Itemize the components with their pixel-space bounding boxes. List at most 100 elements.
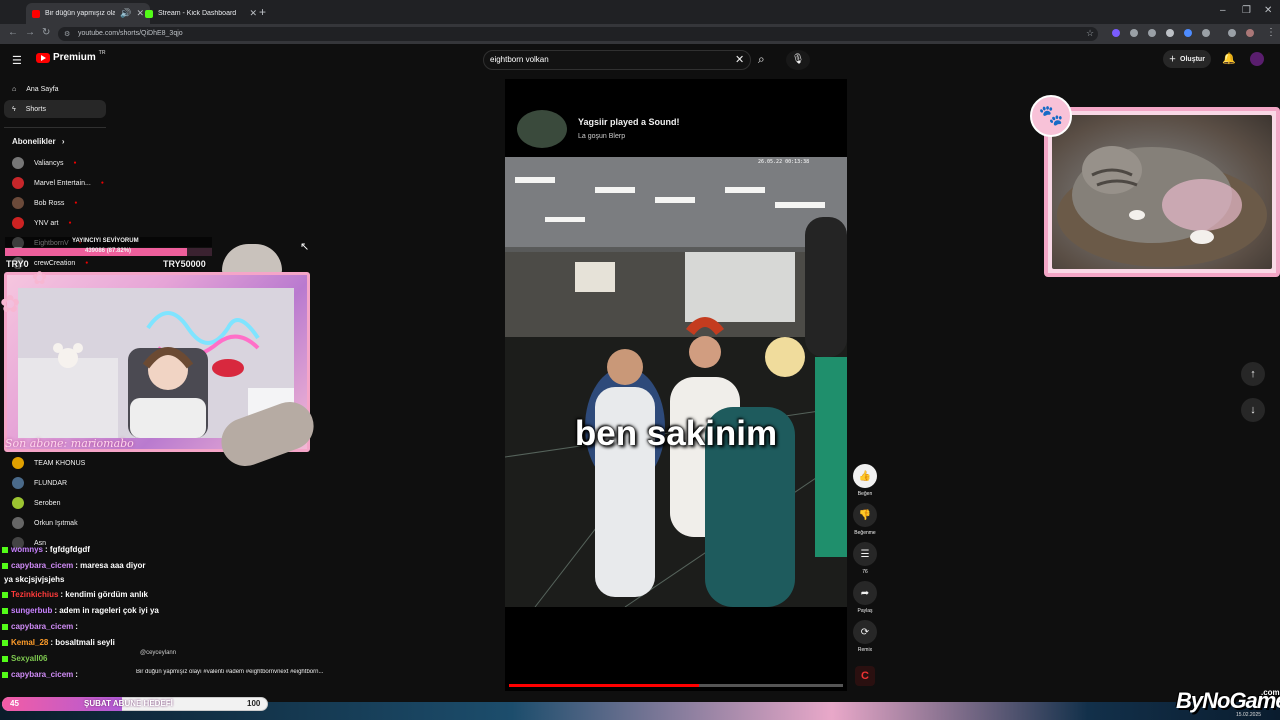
live-indicator-icon: ● [73, 160, 77, 166]
chat-message: sungerbub: adem in rageleri çok iyi ya [2, 606, 159, 615]
mute-icon[interactable]: 🔊 [120, 8, 131, 19]
close-window-icon[interactable]: ✕ [1264, 5, 1272, 16]
hamburger-menu-icon[interactable]: ☰ [12, 54, 22, 67]
channel-avatar [12, 157, 24, 169]
subscription-item[interactable]: Seroben [12, 497, 60, 509]
notifications-bell-icon[interactable]: 🔔 [1222, 52, 1236, 65]
chat-text: : [75, 670, 78, 679]
extension-icon[interactable] [1202, 29, 1210, 37]
sound-title: Yagsiir played a Sound! [578, 117, 680, 127]
action-label: 76 [862, 569, 868, 575]
thumb-up-button[interactable]: 👍 Beğen [852, 464, 878, 497]
subscriptions-heading[interactable]: Abonelikler › [12, 137, 64, 146]
tab-title: Stream - Kick Dashboard [158, 10, 237, 17]
home-icon: ⌂ [12, 85, 17, 93]
close-tab-icon[interactable]: ✕ [249, 8, 257, 19]
extension-icon[interactable] [1148, 29, 1156, 37]
short-description: Bir düğün yapmışız olayı #valenti #adem … [136, 669, 324, 675]
chat-text: : kendimi gördüm anlık [60, 590, 148, 599]
subscription-item[interactable]: YNV art ● [12, 217, 72, 229]
next-short-button[interactable]: ↓ [1241, 398, 1265, 422]
subscription-item[interactable]: Orkun Işıtmak [12, 517, 78, 529]
live-indicator-icon: ● [68, 220, 72, 226]
action-label: Remix [857, 647, 873, 653]
remix-button[interactable]: ⟳ Remix [852, 620, 878, 653]
thumb-down-icon: 👎 [853, 503, 877, 527]
sidebar-item-home[interactable]: ⌂ Ana Sayfa [4, 80, 106, 98]
chevron-right-icon: › [61, 137, 65, 146]
reload-icon[interactable]: ↻ [42, 27, 50, 38]
chat-username[interactable]: capybara_cicem [11, 561, 73, 570]
maximize-icon[interactable]: ❐ [1242, 5, 1251, 16]
search-icon[interactable]: ⌕ [758, 52, 765, 67]
clear-search-icon[interactable]: ✕ [735, 53, 744, 66]
video-frame [505, 157, 847, 607]
game-scene [505, 157, 847, 607]
chat-username[interactable]: sungerbub [11, 606, 52, 615]
forward-icon[interactable]: → [25, 27, 35, 38]
bynogame-watermark-suffix: .com [1261, 688, 1280, 697]
sidepanel-icon[interactable] [1228, 29, 1236, 37]
subscription-name: crewCreation [34, 259, 76, 267]
chat-text: : bosaltmali seyli [50, 638, 115, 647]
site-info-icon[interactable]: ⚙ [64, 30, 70, 38]
subscription-item[interactable]: TEAM KHONUS [12, 457, 85, 469]
profile-avatar[interactable] [1246, 29, 1254, 37]
subscription-name: Seroben [34, 499, 61, 507]
action-label: Beğenme [854, 530, 876, 536]
back-icon[interactable]: ← [8, 27, 18, 38]
channel-avatar [12, 457, 24, 469]
search-input[interactable]: eightborn volkan [483, 50, 751, 70]
chat-username[interactable]: capybara_cicem [11, 670, 73, 679]
new-tab-icon[interactable]: + [259, 6, 266, 18]
chat-badge-icon [2, 546, 8, 553]
extension-icon[interactable] [1130, 29, 1138, 37]
divider [4, 127, 106, 128]
sidebar-item-shorts[interactable]: ϟ Shorts [4, 100, 106, 118]
chat-username[interactable]: Tezinkichius [11, 590, 58, 599]
chat-text: : [75, 622, 78, 631]
extension-icon[interactable] [1166, 29, 1174, 37]
live-indicator-icon: ● [85, 260, 89, 266]
channel-thumbnail[interactable]: C [855, 666, 875, 686]
channel-avatar [12, 177, 24, 189]
last-subscriber: Son abone: mariomabo [5, 437, 134, 450]
extension-icon[interactable] [1112, 29, 1120, 37]
subscription-name: Valiancys [34, 159, 64, 167]
tab-title: Bir düğün yapmışız olayı #... [45, 10, 116, 17]
extension-icon[interactable] [1184, 29, 1192, 37]
browser-tab-youtube[interactable]: Bir düğün yapmışız olayı #... 🔊 ✕ [26, 3, 150, 24]
browser-tab-kick[interactable]: Stream - Kick Dashboard ✕ [139, 3, 263, 24]
menu-kebab-icon[interactable]: ⋮ [1266, 27, 1276, 38]
chat-message: ya skcjsjvjsjehs [2, 575, 65, 584]
subscription-item[interactable]: Valiancys ● [12, 157, 76, 169]
chat-message: Sexyall06 [2, 654, 49, 663]
comment-button[interactable]: ☰ 76 [852, 542, 878, 575]
thumb-down-button[interactable]: 👎 Beğenme [852, 503, 878, 536]
subscription-item[interactable]: Bob Ross ● [12, 197, 77, 209]
subscription-item[interactable]: Marvel Entertain... ● [12, 177, 104, 189]
create-button[interactable]: ＋ Oluştur [1163, 50, 1211, 68]
sub-goal-current: 45 [10, 699, 19, 708]
address-bar[interactable]: youtube.com/shorts/QiDhE8_3qjo [58, 27, 1098, 41]
subscription-name: Bob Ross [34, 199, 65, 207]
minimize-icon[interactable]: – [1220, 5, 1226, 16]
watermark-date: 15.02.2025 [1236, 712, 1262, 718]
chat-message: Tezinkichius: kendimi gördüm anlık [2, 590, 148, 599]
subscription-item[interactable]: FLUNDAR [12, 477, 67, 489]
share-button[interactable]: ➦ Paylaş [852, 581, 878, 614]
previous-short-button[interactable]: ↑ [1241, 362, 1265, 386]
account-avatar[interactable] [1250, 52, 1264, 66]
chat-username[interactable]: womnys [11, 545, 43, 554]
subscription-name: FLUNDAR [34, 479, 68, 487]
chat-username[interactable]: capybara_cicem [11, 622, 73, 631]
chat-username[interactable]: Sexyall06 [11, 654, 47, 663]
share-icon: ➦ [853, 581, 877, 605]
video-timestamp: 26.05.22 00:13:38 [758, 159, 810, 165]
youtube-logo[interactable]: Premium TR [36, 50, 105, 63]
donation-max: TRY50000 [163, 259, 206, 269]
chat-badge-icon [2, 607, 8, 614]
chat-username[interactable]: Kemal_28 [11, 638, 48, 647]
voice-search-icon[interactable]: 🎙 [786, 50, 810, 70]
bookmark-star-icon[interactable]: ☆ [1086, 28, 1094, 39]
